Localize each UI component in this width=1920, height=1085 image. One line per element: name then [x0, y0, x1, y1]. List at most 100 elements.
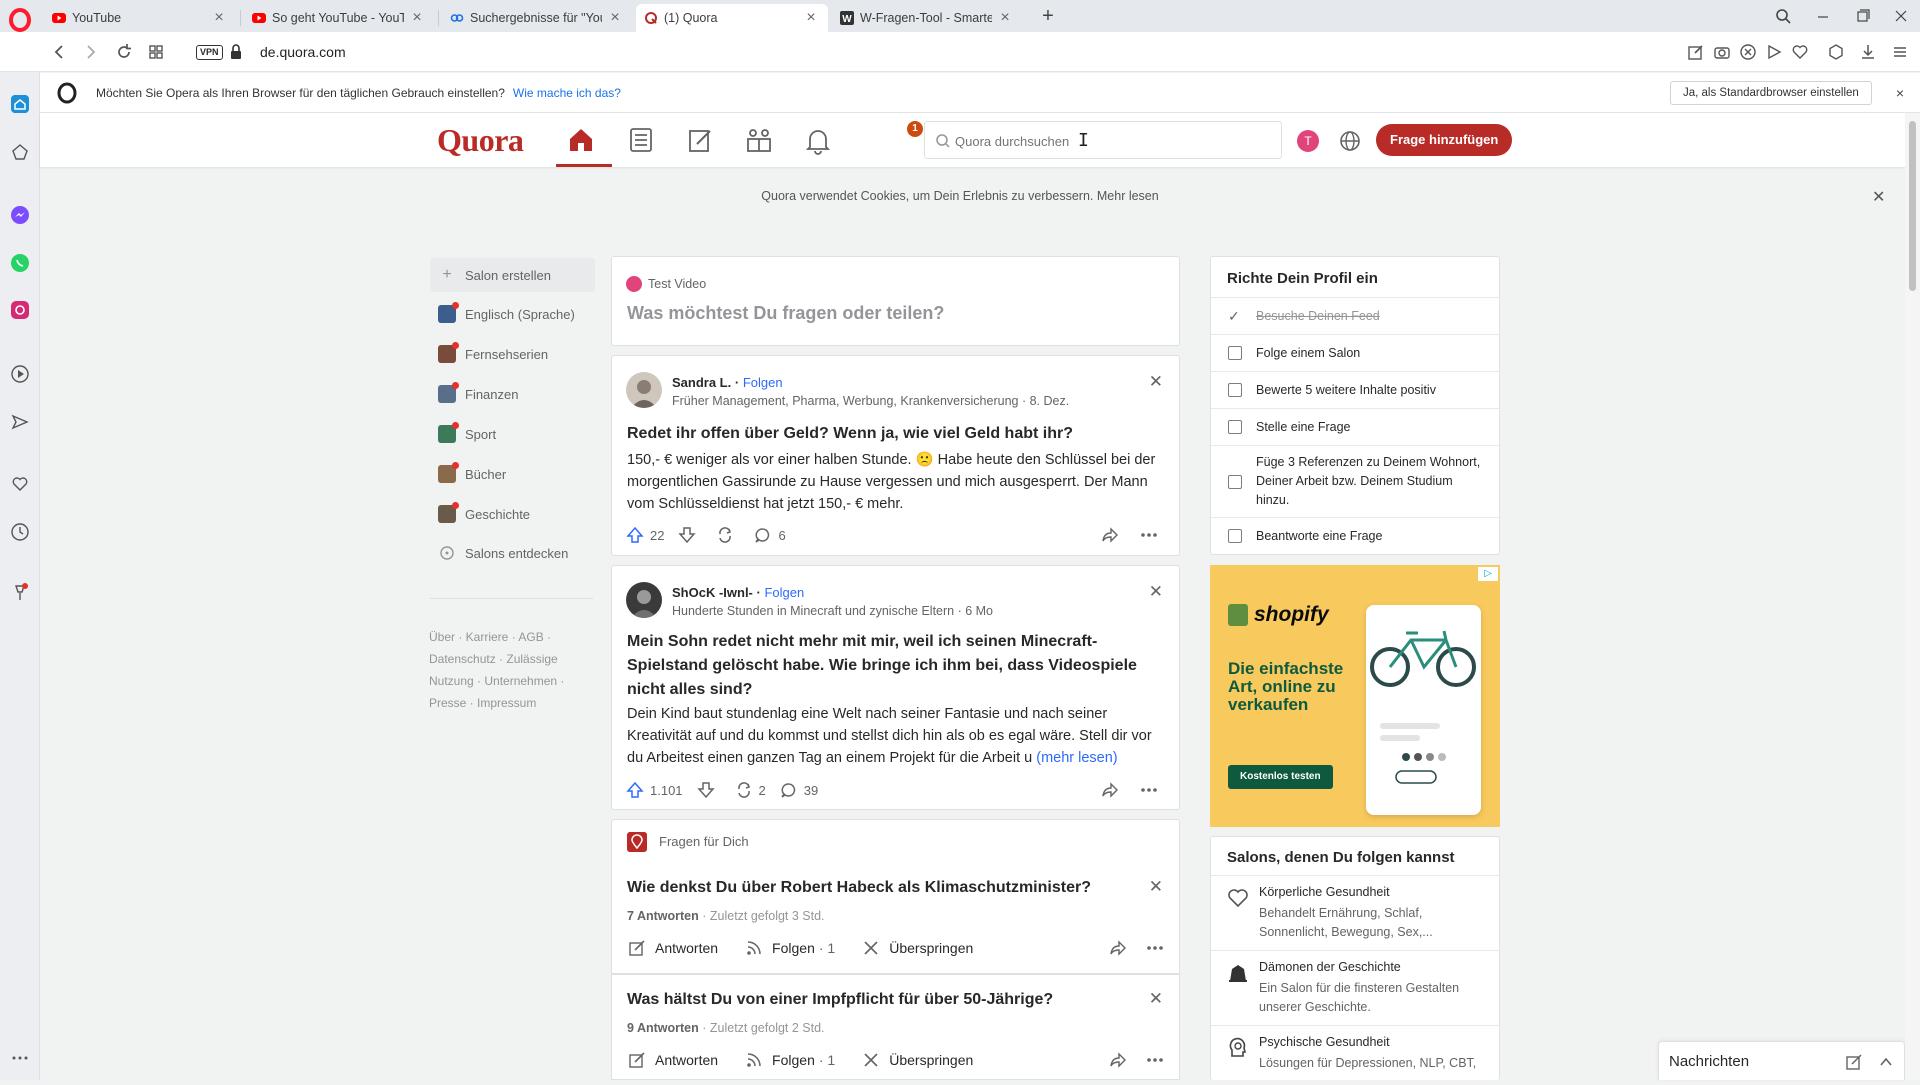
- salon-suggestion[interactable]: Psychische Gesundheit Lösungen für Depre…: [1211, 1025, 1499, 1085]
- downvote-button[interactable]: [678, 526, 702, 544]
- send-icon[interactable]: [10, 412, 30, 432]
- answer-pencil-icon[interactable]: [683, 123, 717, 157]
- salon-name[interactable]: Körperliche Gesundheit: [1259, 885, 1390, 899]
- cookie-more-link[interactable]: Mehr lesen: [1097, 189, 1159, 203]
- checkbox[interactable]: [1228, 383, 1242, 397]
- author-name[interactable]: ShOcK -Iwnl-: [672, 585, 753, 600]
- salon-item-fernsehserien[interactable]: Fernsehserien: [430, 337, 595, 371]
- salon-name[interactable]: Dämonen der Geschichte: [1259, 960, 1401, 974]
- home-icon[interactable]: [564, 123, 598, 157]
- home-speeddial-icon[interactable]: [10, 94, 30, 114]
- search-input[interactable]: [955, 131, 1265, 151]
- tab-suchergebnisse[interactable]: Suchergebnisse für "Youtu ×: [442, 4, 632, 32]
- create-salon-item[interactable]: + Salon erstellen: [430, 258, 595, 292]
- tab-close-icon[interactable]: ×: [608, 10, 622, 26]
- close-icon[interactable]: ✕: [1149, 989, 1163, 1009]
- checklist-item[interactable]: Stelle eine Frage: [1211, 408, 1499, 445]
- player-icon[interactable]: [1764, 42, 1784, 62]
- tab-w-fragen-tool[interactable]: W W-Fragen-Tool - Smarte ic ×: [832, 4, 1022, 32]
- share-button[interactable]: [1101, 781, 1125, 799]
- author-name[interactable]: Sandra L.: [672, 375, 731, 390]
- upvote-button[interactable]: 1.101: [626, 781, 683, 799]
- answer-button[interactable]: Antworten: [627, 938, 718, 958]
- messenger-icon[interactable]: [10, 205, 30, 225]
- post-answer-text[interactable]: Dein Kind baut stundenlag eine Welt nach…: [627, 703, 1167, 769]
- tab-close-icon[interactable]: ×: [410, 10, 424, 26]
- chevron-up-icon[interactable]: [1877, 1053, 1895, 1071]
- close-icon[interactable]: ✕: [1149, 877, 1163, 897]
- salon-suggestion[interactable]: Körperliche Gesundheit Behandelt Ernähru…: [1211, 875, 1499, 950]
- close-icon[interactable]: ✕: [1149, 582, 1163, 602]
- salon-name[interactable]: Psychische Gesundheit: [1259, 1035, 1390, 1049]
- page-scrollbar[interactable]: [1905, 113, 1920, 1080]
- adblock-icon[interactable]: [1738, 42, 1758, 62]
- ad-cta-button[interactable]: Kostenlos testen: [1228, 765, 1333, 789]
- question-title[interactable]: Wie denkst Du über Robert Habeck als Kli…: [627, 879, 1091, 897]
- more-options-button[interactable]: [1139, 781, 1165, 799]
- reload-icon[interactable]: [114, 42, 134, 62]
- player-icon[interactable]: [10, 364, 30, 384]
- download-icon[interactable]: [1858, 42, 1878, 62]
- author-avatar[interactable]: [626, 372, 662, 408]
- follow-link[interactable]: Folgen: [743, 375, 783, 390]
- forward-icon[interactable]: [80, 42, 100, 62]
- whatsapp-icon[interactable]: [10, 253, 30, 273]
- quora-search[interactable]: I: [924, 121, 1282, 159]
- checklist-item[interactable]: Beantworte eine Frage: [1211, 517, 1499, 554]
- tab-search-icon[interactable]: [1772, 6, 1794, 26]
- author-avatar[interactable]: [626, 582, 662, 618]
- share-reshare-button[interactable]: 2: [735, 781, 766, 799]
- quora-logo[interactable]: Quora: [437, 122, 524, 159]
- post-question-title[interactable]: Redet ihr offen über Geld? Wenn ja, wie …: [627, 422, 1162, 446]
- checkbox[interactable]: [1228, 474, 1242, 489]
- share-reshare-button[interactable]: [716, 526, 740, 544]
- checklist-item[interactable]: ✓ Besuche Deinen Feed: [1211, 297, 1499, 334]
- ask-composer-card[interactable]: Test Video Was möchtest Du fragen oder t…: [611, 256, 1180, 346]
- salon-item-geschichte[interactable]: Geschichte: [430, 497, 595, 531]
- post-question-title[interactable]: Mein Sohn redet nicht mehr mit mir, weil…: [627, 630, 1162, 702]
- read-more-link[interactable]: (mehr lesen): [1036, 750, 1117, 766]
- add-question-button[interactable]: Frage hinzufügen: [1376, 124, 1513, 156]
- salons-people-icon[interactable]: [742, 123, 776, 157]
- salon-item-sport[interactable]: Sport: [430, 417, 595, 451]
- share-arrow-icon[interactable]: [1109, 939, 1127, 957]
- more-icon[interactable]: [10, 1048, 30, 1068]
- follow-question-button[interactable]: Folgen · 1: [744, 938, 835, 958]
- question-title[interactable]: Was hältst Du von einer Impfpflicht für …: [627, 991, 1053, 1009]
- checkbox[interactable]: [1228, 420, 1242, 434]
- vpn-badge[interactable]: VPN: [196, 45, 223, 60]
- comment-button[interactable]: 6: [754, 526, 786, 544]
- checklist-item[interactable]: Füge 3 Referenzen zu Deinem Wohnort, Dei…: [1211, 445, 1499, 517]
- more-icon[interactable]: [1145, 1051, 1165, 1069]
- checklist-item[interactable]: Folge einem Salon: [1211, 334, 1499, 371]
- compose-message-icon[interactable]: [1845, 1053, 1863, 1071]
- checkbox[interactable]: [1228, 529, 1242, 543]
- composer-prompt[interactable]: Was möchtest Du fragen oder teilen?: [627, 303, 944, 324]
- more-icon[interactable]: [1145, 939, 1165, 957]
- more-options-button[interactable]: [1139, 526, 1165, 544]
- instagram-icon[interactable]: [10, 300, 30, 320]
- footer-links[interactable]: Über · Karriere · AGB · Datenschutz · Zu…: [429, 626, 589, 714]
- restore-icon[interactable]: [1852, 6, 1874, 26]
- salon-item-finanzen[interactable]: Finanzen: [430, 377, 595, 411]
- user-avatar[interactable]: T: [1297, 130, 1319, 152]
- post-answer-text[interactable]: 150,- € weniger als vor einer halben Stu…: [627, 449, 1167, 515]
- close-window-icon[interactable]: [1890, 6, 1912, 26]
- tab-close-icon[interactable]: ×: [998, 10, 1012, 26]
- following-feed-icon[interactable]: [624, 123, 658, 157]
- checklist-item[interactable]: Bewerte 5 weitere Inhalte positiv: [1211, 371, 1499, 408]
- new-tab-button[interactable]: +: [1038, 6, 1058, 26]
- salon-suggestion[interactable]: Dämonen der Geschichte Ein Salon für die…: [1211, 950, 1499, 1025]
- share-button[interactable]: [1101, 526, 1125, 544]
- skip-button[interactable]: Überspringen: [861, 1050, 973, 1070]
- follow-link[interactable]: Folgen: [764, 585, 804, 600]
- heart-icon[interactable]: [10, 474, 30, 494]
- skip-button[interactable]: Überspringen: [861, 938, 973, 958]
- tab-so-geht-youtube[interactable]: So geht YouTube - YouTu ×: [244, 4, 434, 32]
- salon-item-englisch[interactable]: Englisch (Sprache): [430, 297, 595, 331]
- close-icon[interactable]: ✕: [1872, 187, 1885, 207]
- upvote-button[interactable]: 22: [626, 526, 664, 544]
- share-arrow-icon[interactable]: [1109, 1051, 1127, 1069]
- tab-youtube[interactable]: YouTube ×: [44, 4, 236, 32]
- wallet-cube-icon[interactable]: [1826, 42, 1846, 62]
